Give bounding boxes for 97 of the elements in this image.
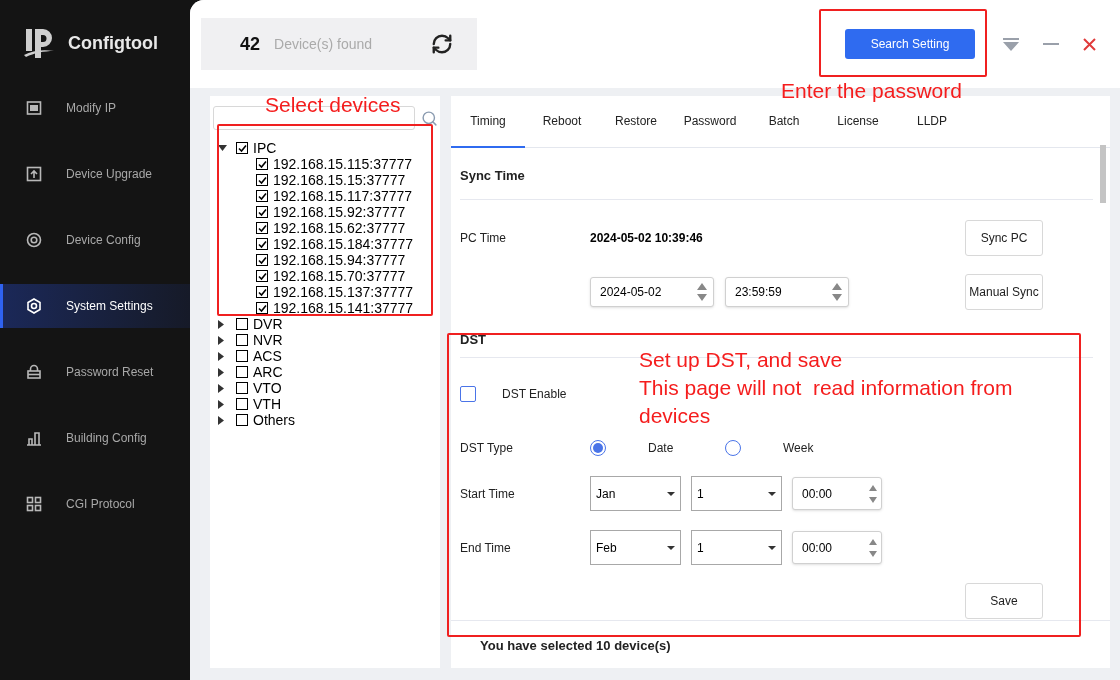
device-address[interactable]: 192.168.15.15:37777 — [273, 172, 406, 188]
device-checkbox[interactable] — [256, 270, 268, 282]
day-select[interactable]: 1 — [691, 530, 782, 565]
dropdown-caret-icon — [768, 491, 776, 496]
tab[interactable]: Reboot — [525, 96, 599, 148]
save-button[interactable]: Save — [965, 583, 1043, 619]
collapse-caret-icon[interactable] — [218, 145, 227, 151]
time-field[interactable]: 00:00 — [792, 477, 882, 510]
device-address[interactable]: 192.168.15.137:37777 — [273, 284, 414, 300]
tab[interactable]: Password — [673, 96, 747, 148]
close-icon[interactable] — [1083, 37, 1096, 51]
search-setting-button[interactable]: Search Setting — [845, 29, 975, 59]
device-address[interactable]: 192.168.15.141:37777 — [273, 300, 414, 316]
tree-group-label[interactable]: VTO — [253, 380, 282, 396]
device-address[interactable]: 192.168.15.184:37777 — [273, 236, 414, 252]
dropdown-caret-icon — [667, 491, 675, 496]
radio-label: Date — [648, 440, 674, 457]
tree-group-label[interactable]: NVR — [253, 332, 283, 348]
device-checkbox[interactable] — [256, 286, 268, 298]
group-checkbox[interactable] — [236, 142, 248, 154]
sidebar-item[interactable]: Password Reset — [0, 350, 190, 394]
time-field[interactable]: 00:00 — [792, 531, 882, 564]
sidebar-item[interactable]: Device Upgrade — [0, 152, 190, 196]
dropdown-caret-icon — [667, 545, 675, 550]
lock-icon — [26, 364, 42, 380]
device-checkbox[interactable] — [256, 206, 268, 218]
sidebar-item[interactable]: Building Config — [0, 416, 190, 460]
filter-icon[interactable] — [1003, 37, 1019, 51]
device-count: 42 — [240, 32, 261, 56]
dropdown-caret-icon — [768, 545, 776, 550]
group-checkbox[interactable] — [236, 318, 248, 330]
tree-group-label[interactable]: DVR — [253, 316, 283, 332]
field-label: End Time — [460, 539, 512, 557]
group-checkbox[interactable] — [236, 334, 248, 346]
app-name: Configtool — [68, 31, 158, 55]
sidebar-item[interactable]: CGI Protocol — [0, 482, 190, 526]
radio-button[interactable] — [590, 440, 606, 456]
annotation-text: Select devices — [265, 92, 401, 118]
section-title: DST — [460, 330, 486, 349]
dst-enable-checkbox[interactable] — [460, 386, 476, 402]
day-select[interactable]: 1 — [691, 476, 782, 511]
tab[interactable]: Restore — [599, 96, 673, 148]
date-field[interactable]: 2024-05-02 — [590, 277, 714, 307]
month-select[interactable]: Feb — [590, 530, 681, 565]
grid-icon — [26, 496, 42, 512]
radio-button[interactable] — [725, 440, 741, 456]
month-select[interactable]: Jan — [590, 476, 681, 511]
annotation-text: Set up DST, and save This page will not read information from devices — [639, 347, 1014, 429]
sidebar-item[interactable]: Device Config — [0, 218, 190, 262]
group-checkbox[interactable] — [236, 366, 248, 378]
device-address[interactable]: 192.168.15.92:37777 — [273, 204, 406, 220]
device-address[interactable]: 192.168.15.117:37777 — [273, 188, 413, 204]
tab[interactable]: Timing — [451, 96, 525, 148]
group-checkbox[interactable] — [236, 414, 248, 426]
checkbox-label: DST Enable — [502, 386, 567, 403]
device-address[interactable]: 192.168.15.115:37777 — [273, 156, 413, 172]
tree-group-label[interactable]: ACS — [253, 348, 282, 364]
device-checkbox[interactable] — [256, 222, 268, 234]
annotation-text: Enter the password — [781, 78, 962, 104]
refresh-icon[interactable] — [431, 33, 453, 55]
tree-group-label[interactable]: Others — [253, 412, 295, 428]
sync-pc-button[interactable]: Sync PC — [965, 220, 1043, 256]
device-address[interactable]: 192.168.15.94:37777 — [273, 252, 406, 268]
device-checkbox[interactable] — [256, 238, 268, 250]
field-label: Start Time — [460, 485, 516, 503]
device-address[interactable]: 192.168.15.70:37777 — [273, 268, 406, 284]
field-label: PC Time — [460, 230, 507, 247]
target-icon — [26, 232, 42, 248]
scrollbar-thumb[interactable] — [1100, 145, 1106, 203]
group-checkbox[interactable] — [236, 382, 248, 394]
device-count-label: Device(s) found — [274, 34, 373, 54]
selection-status: You have selected 10 device(s) — [480, 636, 671, 655]
group-checkbox[interactable] — [236, 398, 248, 410]
device-address[interactable]: 192.168.15.62:37777 — [273, 220, 406, 236]
manual-sync-button[interactable]: Manual Sync — [965, 274, 1043, 310]
settings-icon — [26, 298, 42, 314]
spin-arrows-icon[interactable] — [832, 281, 842, 303]
device-checkbox[interactable] — [256, 302, 268, 314]
section-title: Sync Time — [460, 166, 525, 185]
sidebar-item[interactable]: System Settings — [0, 284, 190, 328]
tree-group-label[interactable]: VTH — [253, 396, 281, 412]
tree-group-label[interactable]: IPC — [253, 140, 277, 156]
radio-label: Week — [783, 440, 814, 457]
field-label: DST Type — [460, 440, 514, 457]
device-checkbox[interactable] — [256, 158, 268, 170]
search-icon[interactable] — [421, 109, 438, 127]
device-checkbox[interactable] — [256, 254, 268, 266]
upload-icon — [26, 166, 42, 182]
pc-time-value: 2024-05-02 10:39:46 — [590, 230, 703, 247]
sidebar-item[interactable]: Modify IP — [0, 86, 190, 130]
device-checkbox[interactable] — [256, 174, 268, 186]
bar-chart-icon — [26, 430, 42, 446]
group-checkbox[interactable] — [236, 350, 248, 362]
tree-group-label[interactable]: ARC — [253, 364, 283, 380]
time-field[interactable]: 23:59:59 — [725, 277, 849, 307]
spin-arrows-icon[interactable] — [697, 281, 707, 303]
device-checkbox[interactable] — [256, 190, 268, 202]
